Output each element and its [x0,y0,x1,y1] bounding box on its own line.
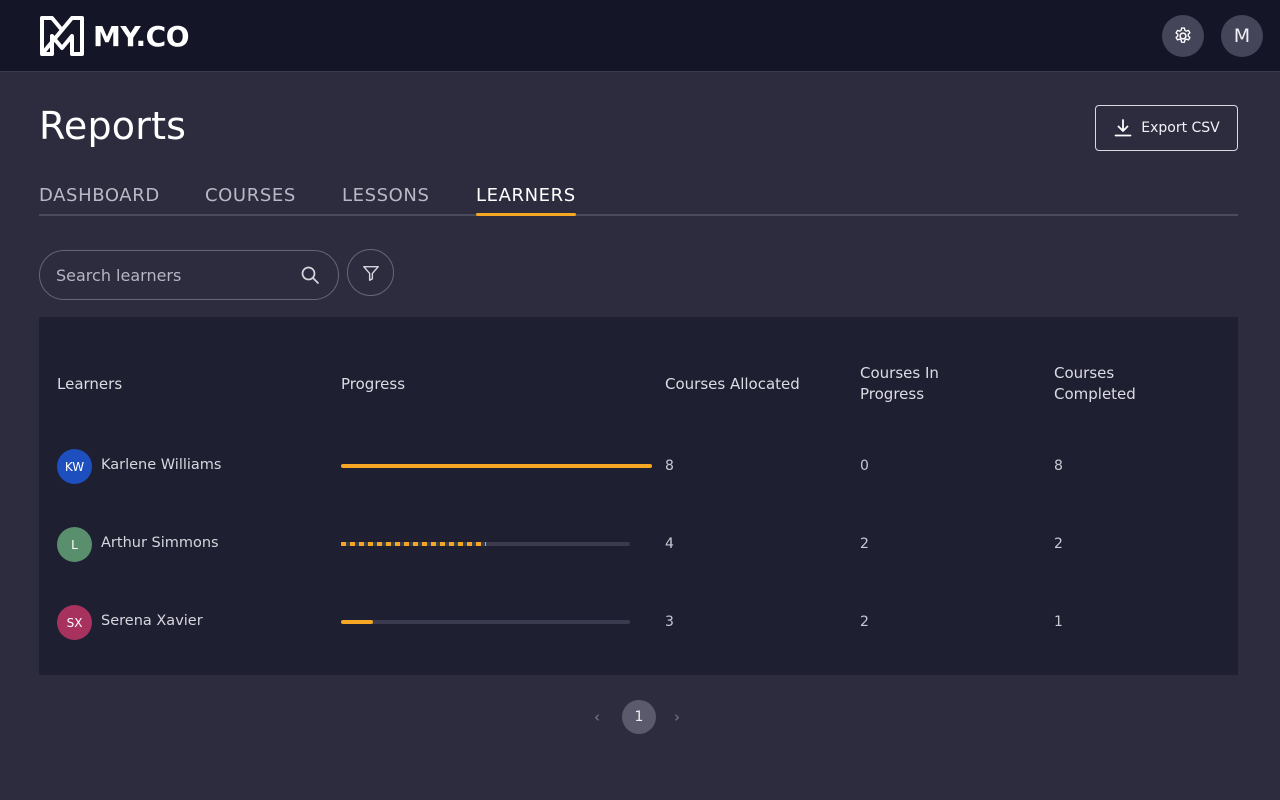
column-header-courses-allocated[interactable]: Courses Allocated [665,374,800,395]
avatar-initials: L [71,537,78,552]
brand-logo[interactable]: MY.CO [40,16,190,56]
courses-in-progress-value: 0 [860,458,869,474]
page-title: Reports [39,104,187,148]
search-icon[interactable] [300,265,320,285]
tab-dashboard[interactable]: DASHBOARD [39,184,160,214]
avatar-initials: SX [66,615,83,630]
gear-icon [1175,27,1191,43]
column-header-courses-in-progress[interactable]: Courses In Progress [860,363,970,405]
top-bar: MY.CO M [0,0,1280,72]
search-box [39,250,339,300]
courses-completed-value: 2 [1054,536,1063,552]
learner-name[interactable]: Arthur Simmons [101,535,219,551]
settings-button[interactable] [1162,15,1204,57]
avatar: SX [57,605,92,640]
courses-in-progress-value: 2 [860,614,869,630]
progress-bar-fill [341,620,373,624]
column-header-courses-completed[interactable]: Courses Completed [1054,363,1164,405]
logo-mark-icon [40,16,84,56]
chevron-right-icon[interactable]: › [674,708,680,726]
learner-name[interactable]: Karlene Williams [101,457,221,473]
report-tabs: DASHBOARD COURSES LESSONS LEARNERS [39,184,1238,216]
pagination: ‹ 1 › [590,700,690,734]
progress-bar-fill [341,464,652,468]
progress-bar [341,620,630,624]
progress-bar-fill [341,542,486,546]
courses-allocated-value: 8 [665,458,674,474]
download-icon [1114,119,1132,137]
avatar-initial: M [1233,25,1251,47]
courses-completed-value: 8 [1054,458,1063,474]
learner-name[interactable]: Serena Xavier [101,613,203,629]
brand-name: MY.CO [93,19,190,53]
search-input[interactable] [56,265,300,285]
user-avatar-button[interactable]: M [1221,15,1263,57]
export-csv-button[interactable]: Export CSV [1095,105,1238,151]
column-header-learners[interactable]: Learners [57,374,122,395]
progress-bar [341,542,630,546]
learners-table: Learners Progress Courses Allocated Cour… [39,317,1238,675]
avatar-initials: KW [64,459,85,474]
avatar: L [57,527,92,562]
chevron-left-icon[interactable]: ‹ [594,708,600,726]
filter-button[interactable] [347,249,394,296]
column-header-progress[interactable]: Progress [341,374,405,395]
courses-allocated-value: 3 [665,614,674,630]
courses-completed-value: 1 [1054,614,1063,630]
tab-courses[interactable]: COURSES [205,184,296,214]
progress-bar [341,464,652,468]
page-button-current[interactable]: 1 [622,700,656,734]
tab-learners[interactable]: LEARNERS [476,184,576,216]
avatar: KW [57,449,92,484]
courses-in-progress-value: 2 [860,536,869,552]
export-csv-label: Export CSV [1141,120,1220,136]
courses-allocated-value: 4 [665,536,674,552]
filter-icon [362,265,379,281]
tab-lessons[interactable]: LESSONS [342,184,430,214]
